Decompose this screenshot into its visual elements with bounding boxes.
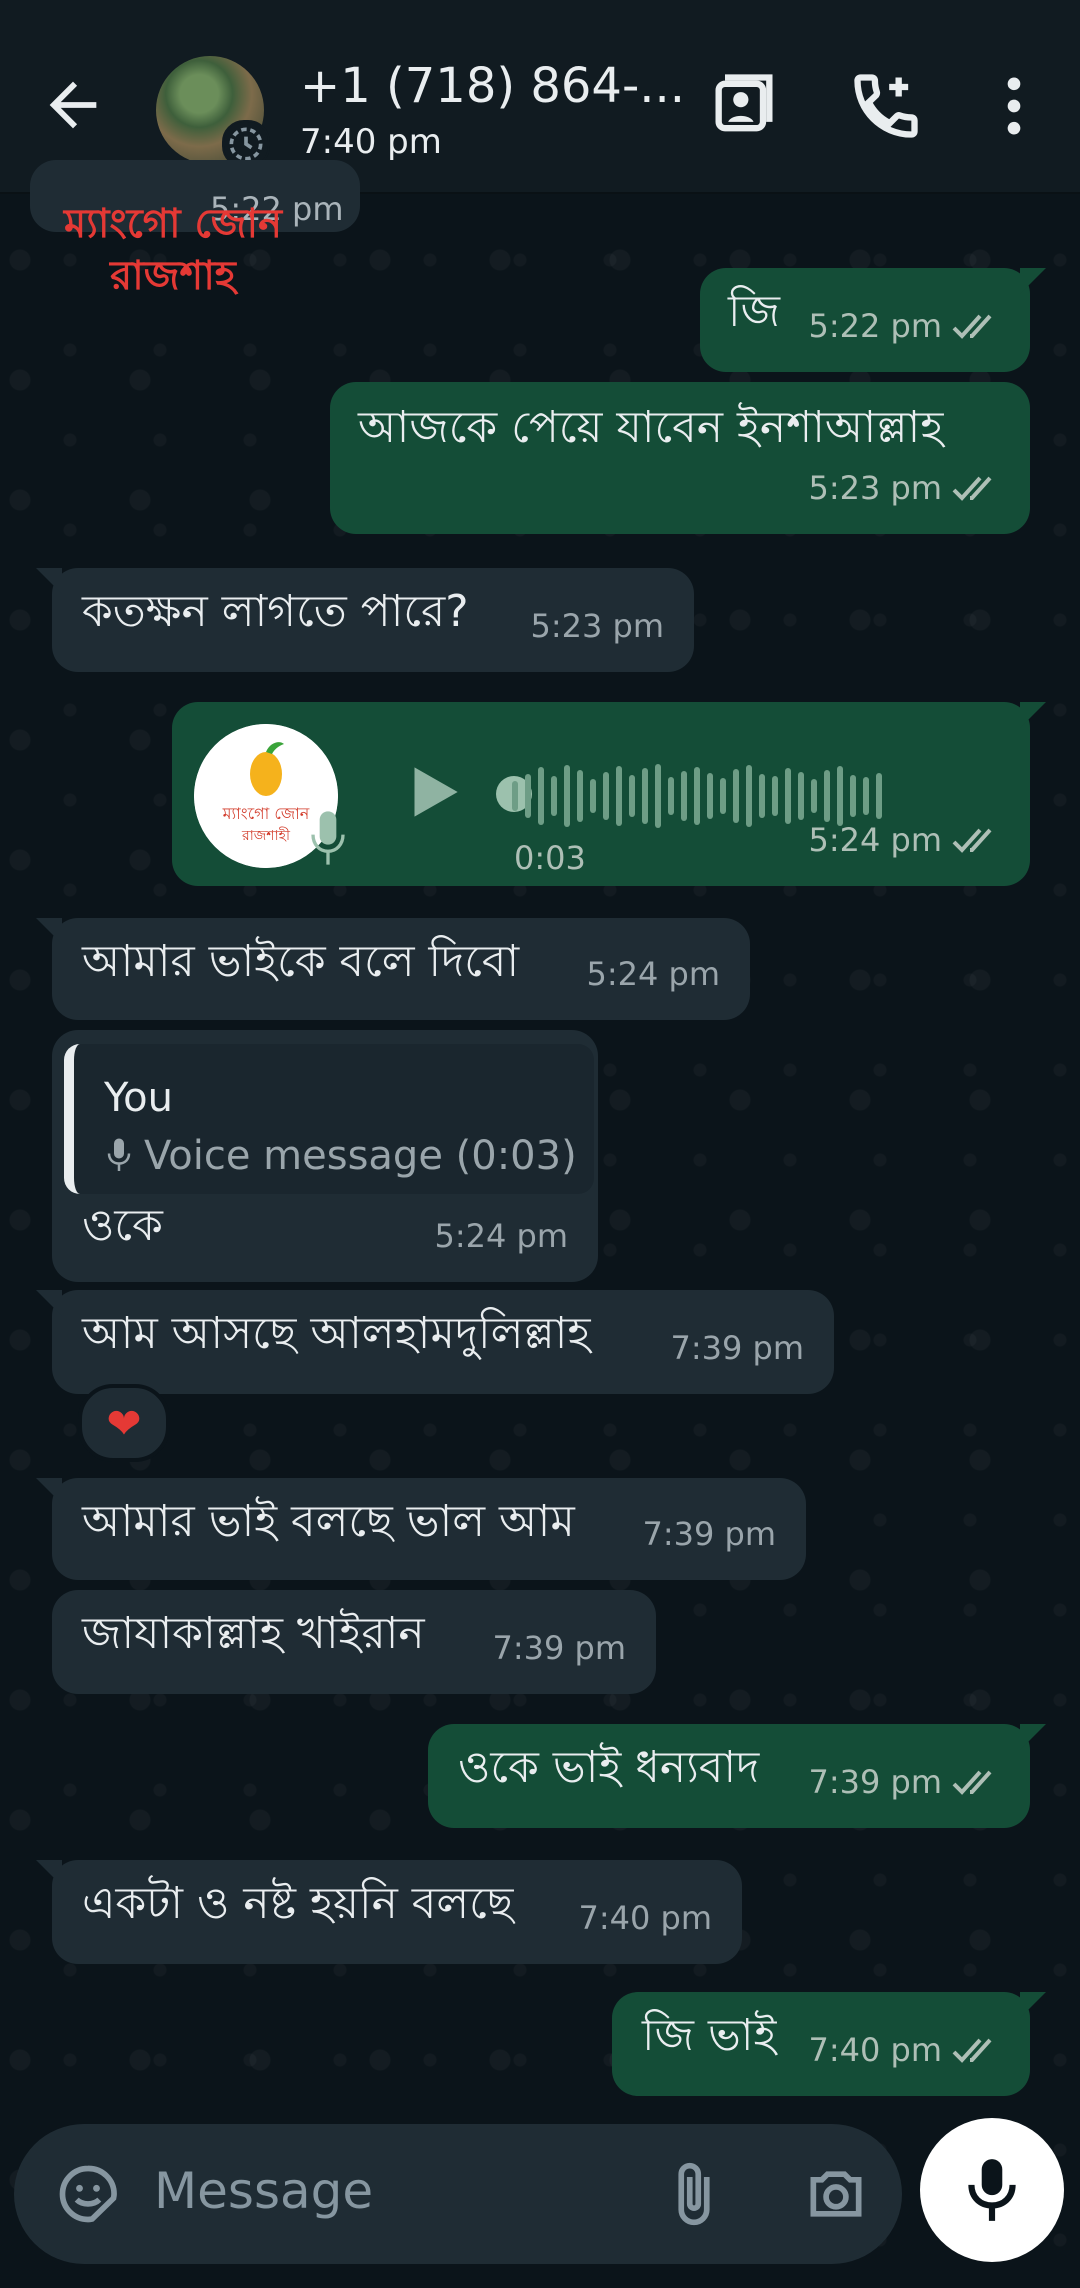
message-bubble-incoming[interactable]: আম আসছে আলহামদুলিল্লাহ 7:39 pm (36, 1290, 834, 1394)
message-time: 7:40 pm (808, 2031, 942, 2069)
message-text: কতক্ষন লাগতে পারে? (82, 586, 469, 637)
add-call-icon[interactable] (848, 68, 924, 144)
message-time: 5:23 pm (530, 607, 664, 645)
message-bubble-outgoing[interactable]: ওকে ভাই ধন্যবাদ 7:39 pm (428, 1724, 1046, 1828)
wave-bar (642, 768, 648, 824)
wave-bar (772, 776, 778, 816)
double-check-icon (952, 314, 992, 339)
message-text: ওকে ভাই ধন্যবাদ (458, 1742, 760, 1793)
overlay-line-2: রাজশাহ (110, 253, 236, 299)
wave-bar (681, 771, 687, 821)
double-check-icon (952, 2038, 992, 2063)
message-meta: 5:24 pm (808, 810, 1000, 870)
message-text: আমার ভাই বলছে ভাল আম (82, 1496, 575, 1547)
wave-bar (720, 778, 726, 814)
message-meta: 7:40 pm (808, 2020, 1000, 2080)
mic-small-icon (311, 811, 345, 865)
message-time: 7:39 pm (808, 1763, 942, 1801)
quote-author: You (104, 1075, 173, 1121)
message-time: 5:24 pm (434, 1217, 568, 1255)
wave-bar (785, 768, 791, 824)
message-time: 7:39 pm (642, 1515, 776, 1553)
wave-bar (603, 772, 609, 820)
wave-bar (811, 779, 817, 813)
wave-bar (564, 765, 570, 827)
voice-duration: 0:03 (514, 839, 586, 877)
camera-icon[interactable] (802, 2160, 870, 2228)
message-bubble-incoming[interactable]: আমার ভাই বলছে ভাল আম 7:39 pm (36, 1478, 806, 1580)
message-time: 5:22 pm (808, 307, 942, 345)
sticker-text-overlay: ম্যাংগো জোন রাজশাহ (28, 198, 318, 302)
double-check-icon (952, 828, 992, 853)
quote-preview: Voice message (0:03) (104, 1126, 577, 1186)
reply-message-bubble[interactable]: You Voice message (0:03) ওকে 5:24 pm (52, 1030, 598, 1282)
message-bubble-incoming[interactable]: জাযাকাল্লাহ খাইরান 7:39 pm (52, 1590, 656, 1694)
message-time: 7:39 pm (492, 1629, 626, 1667)
play-icon[interactable] (396, 752, 470, 832)
message-bubble-outgoing[interactable]: আজকে পেয়ে যাবেন ইনশাআল্লাহ 5:23 pm (330, 382, 1030, 534)
message-bubble-outgoing[interactable]: জি ভাই 7:40 pm (612, 1992, 1046, 2096)
video-call-icon[interactable] (706, 68, 782, 144)
heart-icon: ❤ (106, 1398, 142, 1448)
wave-bar (551, 776, 557, 816)
message-text: একটা ও নষ্ট হয়নি বলছে (82, 1878, 514, 1929)
message-text: আম আসছে আলহামদুলিল্লাহ (82, 1308, 591, 1359)
svg-text:ম্যাংগো জোন: ম্যাংগো জোন (222, 804, 310, 823)
message-composer[interactable]: Message (14, 2124, 902, 2264)
wave-bar (694, 767, 700, 825)
back-arrow-icon[interactable] (38, 70, 108, 140)
voice-message-bubble[interactable]: ম্যাংগো জোন রাজশাহী 0:03 5:24 pm (172, 702, 1046, 886)
message-bubble-incoming[interactable]: আমার ভাইকে বলে দিবো 5:24 pm (36, 918, 750, 1020)
message-time: 7:40 pm (578, 1899, 712, 1937)
message-text: জি (728, 286, 780, 337)
last-seen: 7:40 pm (300, 122, 442, 162)
quote-text: Voice message (0:03) (144, 1133, 577, 1179)
wave-bar (525, 774, 531, 818)
message-time: 5:23 pm (808, 469, 942, 507)
more-vert-icon[interactable] (976, 68, 1052, 144)
mic-button[interactable] (920, 2118, 1064, 2262)
overlay-line-1: ম্যাংগো জোন (64, 201, 282, 247)
attach-icon[interactable] (660, 2160, 728, 2228)
message-text: আজকে পেয়ে যাবেন ইনশাআল্লাহ (358, 402, 944, 453)
message-text: ওকে (82, 1200, 163, 1251)
wave-bar (746, 765, 752, 827)
mic-icon (968, 2159, 1016, 2221)
wave-bar (759, 774, 765, 818)
message-time: 5:24 pm (586, 955, 720, 993)
double-check-icon (952, 1770, 992, 1795)
message-bubble-incoming[interactable]: একটা ও নষ্ট হয়নি বলছে 7:40 pm (36, 1860, 742, 1964)
mic-small-icon (107, 1138, 131, 1171)
reaction-heart[interactable]: ❤ (78, 1384, 170, 1462)
wave-bar (512, 781, 518, 811)
contact-name[interactable]: +1 (718) 864-... (300, 58, 685, 114)
message-input[interactable]: Message (154, 2162, 373, 2220)
quoted-message[interactable]: You Voice message (0:03) (64, 1044, 594, 1194)
message-meta: 7:39 pm (808, 1752, 1000, 1812)
wave-bar (590, 779, 596, 813)
message-time: 7:39 pm (670, 1329, 804, 1367)
message-time: 5:24 pm (808, 821, 942, 859)
wave-bar (616, 766, 622, 826)
sticker-icon[interactable] (54, 2160, 122, 2228)
svg-text:রাজশাহী: রাজশাহী (241, 827, 291, 844)
wave-bar (538, 767, 544, 825)
message-bubble-incoming[interactable]: কতক্ষন লাগতে পারে? 5:23 pm (36, 568, 694, 672)
message-meta: 5:23 pm (808, 458, 1000, 518)
message-bubble-outgoing[interactable]: জি 5:22 pm (700, 268, 1046, 372)
wave-bar (798, 772, 804, 820)
wave-bar (655, 764, 661, 828)
wave-bar (629, 775, 635, 817)
double-check-icon (952, 476, 992, 501)
message-text: জাযাকাল্লাহ খাইরান (82, 1608, 425, 1659)
message-meta: 5:22 pm (808, 296, 1000, 356)
wave-bar (733, 769, 739, 823)
wave-bar (707, 773, 713, 819)
wave-bar (668, 777, 674, 815)
wave-bar (577, 770, 583, 822)
message-text: জি ভাই (642, 2010, 777, 2061)
message-text: আমার ভাইকে বলে দিবো (82, 936, 520, 987)
